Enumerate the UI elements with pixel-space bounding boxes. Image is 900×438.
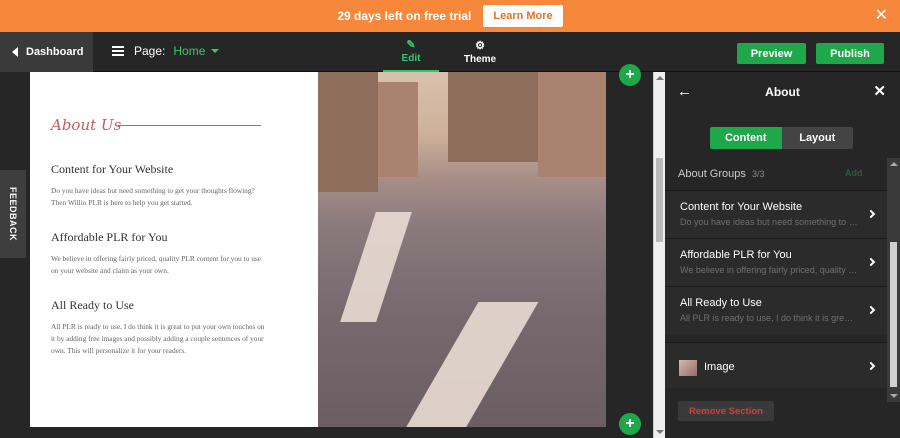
dashboard-label: Dashboard (26, 46, 84, 58)
road-marking (397, 302, 539, 427)
edit-icon: ✎ (406, 38, 416, 51)
road-marking (340, 212, 412, 322)
canvas-scrollbar[interactable] (653, 72, 665, 438)
panel-header: ← About ✕ (665, 72, 900, 112)
building-shape (378, 82, 418, 177)
close-icon[interactable]: ✕ (873, 84, 886, 99)
group-item[interactable]: All Ready to Use All PLR is ready to use… (665, 286, 887, 334)
remove-section-button[interactable]: Remove Section (678, 401, 774, 421)
section-title[interactable]: About Us (51, 116, 121, 134)
panel-scrollbar[interactable] (887, 158, 900, 402)
group-item[interactable]: Content for Your Website Do you have ide… (665, 190, 887, 238)
group-title: Content for Your Website (680, 201, 803, 213)
about-item-desc[interactable]: Do you have ideas but need something to … (51, 185, 266, 209)
about-section[interactable]: About Us Content for Your Website Do you… (30, 72, 318, 427)
about-item-title[interactable]: Content for Your Website (51, 162, 173, 177)
title-divider (118, 125, 261, 126)
back-arrow-icon (12, 47, 18, 57)
building-shape (318, 72, 378, 192)
scrollbar-thumb[interactable] (656, 158, 663, 242)
tab-edit[interactable]: ✎ Edit (383, 32, 439, 72)
group-item[interactable]: Affordable PLR for You We believe in off… (665, 238, 887, 286)
building-shape (448, 72, 538, 162)
group-title: All Ready to Use (680, 297, 762, 309)
menu-icon[interactable] (112, 46, 124, 56)
groups-header: About Groups 3/3 (678, 168, 764, 180)
chevron-right-icon (866, 305, 876, 315)
publish-button[interactable]: Publish (816, 43, 884, 64)
chevron-down-icon[interactable] (211, 49, 220, 53)
add-group-button[interactable]: Add (845, 168, 863, 178)
about-item-desc[interactable]: All PLR is ready to use, I do think it i… (51, 321, 266, 357)
tab-layout[interactable]: Layout (781, 127, 853, 149)
groups-count: 3/3 (751, 169, 765, 179)
close-icon[interactable]: ✕ (875, 8, 888, 24)
page-value[interactable]: Home (173, 44, 205, 58)
group-title: Affordable PLR for You (680, 249, 792, 261)
scroll-down-icon[interactable] (656, 430, 664, 434)
dashboard-button[interactable]: Dashboard (0, 32, 93, 72)
about-item-desc[interactable]: We believe in offering fairly priced, qu… (51, 253, 266, 277)
about-item-title[interactable]: All Ready to Use (51, 298, 134, 313)
learn-more-button[interactable]: Learn More (483, 5, 563, 27)
building-shape (538, 72, 606, 177)
page-preview[interactable]: About Us Content for Your Website Do you… (30, 72, 606, 427)
image-label: Image (704, 361, 735, 373)
image-thumbnail (679, 360, 697, 376)
page-selector[interactable]: Page: Home (112, 44, 220, 58)
tab-edit-label: Edit (401, 52, 421, 64)
about-item-title[interactable]: Affordable PLR for You (51, 230, 167, 245)
feedback-label: FEEDBACK (8, 186, 19, 242)
page-label: Page: (134, 44, 166, 58)
trial-banner: 29 days left on free trial Learn More ✕ (0, 0, 900, 32)
scroll-up-icon[interactable] (890, 162, 898, 166)
tab-theme[interactable]: ⚙ Theme (452, 32, 508, 72)
trial-message: 29 days left on free trial (337, 9, 472, 23)
feedback-tab[interactable]: FEEDBACK (0, 170, 26, 258)
preview-button[interactable]: Preview (737, 43, 806, 64)
scrollbar-thumb[interactable] (890, 242, 897, 387)
city-street-image[interactable] (318, 72, 606, 427)
chevron-right-icon (866, 257, 876, 267)
content-layout-toggle: Content Layout (710, 127, 853, 149)
scroll-down-icon[interactable] (890, 394, 898, 398)
editor-toolbar: Dashboard Page: Home ✎ Edit ⚙ Theme Prev… (0, 32, 900, 72)
chevron-right-icon (866, 209, 876, 219)
tab-content[interactable]: Content (710, 127, 782, 149)
chevron-right-icon (866, 361, 876, 371)
group-subtitle: We believe in offering fairly priced, qu… (680, 265, 858, 275)
group-subtitle: All PLR is ready to use, I do think it i… (680, 313, 858, 323)
tab-theme-label: Theme (463, 53, 497, 65)
back-arrow-icon[interactable]: ← (677, 84, 692, 99)
section-settings-panel: ← About ✕ Content Layout About Groups 3/… (665, 72, 900, 438)
add-section-icon[interactable]: + (619, 64, 641, 86)
groups-label: About Groups (678, 168, 746, 180)
theme-sliders-icon: ⚙ (475, 39, 485, 52)
group-subtitle: Do you have ideas but need something to … (680, 217, 858, 227)
image-item[interactable]: Image (665, 342, 887, 388)
panel-title: About (765, 85, 800, 99)
add-section-icon[interactable]: + (619, 413, 641, 435)
scroll-up-icon[interactable] (656, 76, 664, 80)
